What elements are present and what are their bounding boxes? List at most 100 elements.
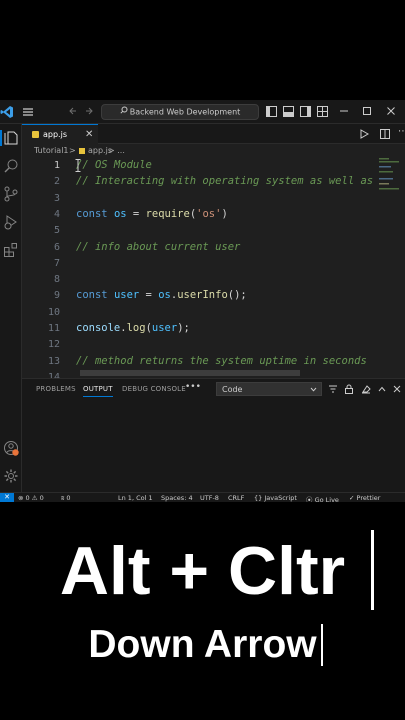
code-token: const	[76, 289, 114, 302]
code-token: user	[113, 289, 140, 302]
clear-output-icon[interactable]	[361, 384, 371, 394]
remote-indicator[interactable]: ✕	[0, 493, 14, 502]
lock-scroll-icon[interactable]	[344, 384, 354, 394]
output-channel-select[interactable]: Code	[216, 382, 322, 396]
toggle-secondary-sidebar-icon[interactable]	[300, 106, 311, 117]
line-number: 12	[47, 339, 60, 351]
line-number: 5	[53, 225, 60, 237]
line-number: 9	[53, 290, 60, 302]
maximize-icon[interactable]	[362, 106, 372, 116]
code-token: =	[139, 289, 159, 302]
tab-debug-console[interactable]: DEBUG CONSOLE	[122, 385, 186, 393]
line-number: 13	[47, 355, 60, 367]
split-editor-icon[interactable]	[380, 129, 390, 139]
back-arrow-icon[interactable]	[68, 106, 78, 116]
run-and-debug-icon[interactable]	[3, 214, 19, 230]
customize-layout-icon[interactable]	[317, 106, 328, 117]
code-token: );	[177, 322, 190, 334]
line-number: 10	[47, 306, 60, 318]
more-panel-tabs-icon[interactable]: •••	[185, 382, 201, 392]
line-number: 4	[53, 208, 60, 220]
run-file-icon[interactable]	[360, 129, 369, 139]
output-channel-value: Code	[222, 385, 243, 394]
code-line[interactable]: console.log(user);	[76, 322, 190, 334]
shortcut-subcaption: Down Arrow	[88, 623, 317, 666]
code-token: os	[158, 289, 171, 302]
line-number: 6	[53, 241, 60, 253]
code-token: // Interacting with operating system as …	[76, 175, 374, 188]
more-actions-icon[interactable]: ⋯	[398, 126, 405, 137]
caption-caret	[371, 530, 374, 610]
breadcrumb-separator: >	[69, 146, 76, 155]
code-token: require	[145, 207, 190, 220]
javascript-file-icon	[79, 148, 85, 154]
tab-output[interactable]: OUTPUT	[83, 385, 113, 397]
minimize-icon[interactable]	[339, 106, 349, 116]
tab-app-js[interactable]: app.js ✕	[22, 124, 98, 144]
cursor-position[interactable]: Ln 1, Col 1	[118, 494, 153, 502]
code-line[interactable]: // Interacting with operating system as …	[76, 175, 373, 187]
bottom-panel: PROBLEMS OUTPUT DEBUG CONSOLE ••• Code	[22, 378, 405, 492]
accounts-icon[interactable]	[3, 440, 19, 456]
close-tab-icon[interactable]: ✕	[85, 129, 93, 140]
close-panel-icon[interactable]	[392, 384, 402, 394]
minimap[interactable]	[377, 158, 401, 198]
forward-arrow-icon[interactable]	[84, 106, 94, 116]
breadcrumb-folder[interactable]: Tutorial1	[34, 146, 69, 155]
line-number: 1	[53, 160, 60, 171]
code-token: user	[151, 322, 178, 334]
tab-problems[interactable]: PROBLEMS	[36, 385, 76, 393]
shortcut-caption: Alt + Cltr	[59, 533, 346, 609]
code-line[interactable]: // method returns the system uptime in s…	[76, 355, 367, 367]
maximize-panel-icon[interactable]	[377, 384, 387, 394]
code-token: )	[221, 207, 228, 220]
subcaption-caret	[321, 624, 323, 666]
line-number: 7	[53, 257, 60, 269]
code-line[interactable]: const os = require('os')	[76, 208, 228, 220]
breadcrumb-symbols[interactable]: > ...	[108, 146, 125, 155]
chevron-down-icon	[310, 386, 317, 393]
list-filter-icon[interactable]	[328, 384, 338, 394]
command-center-search[interactable]: Backend Web Development	[101, 104, 259, 120]
code-line[interactable]: // info about current user	[76, 241, 240, 253]
code-token: // OS Module	[76, 159, 152, 171]
code-editor[interactable]: 1 // OS Module 2 // Interacting with operat…	[22, 158, 405, 378]
code-token: userInfo	[177, 289, 228, 302]
go-live-button[interactable]: ⦿ Go Live	[306, 494, 339, 502]
extensions-icon[interactable]	[3, 242, 19, 258]
code-token: 'os'	[196, 207, 222, 220]
vscode-window: Backend Web Development app.js ✕ ⋯ Tutor…	[0, 100, 405, 502]
code-token: const	[76, 207, 114, 220]
activity-bar	[0, 124, 22, 492]
javascript-file-icon	[32, 131, 39, 138]
problems-count[interactable]: ⊗ 0 ⚠ 0	[18, 494, 44, 502]
explorer-icon[interactable]	[0, 130, 19, 146]
toggle-panel-icon[interactable]	[283, 106, 294, 117]
code-token: console	[76, 322, 121, 334]
prettier-status[interactable]: ✓ Prettier	[349, 494, 380, 502]
breadcrumb: Tutorial1 > app.js > ...	[22, 144, 405, 158]
code-token: ();	[227, 289, 247, 302]
source-control-icon[interactable]	[3, 186, 19, 202]
code-line[interactable]: const user = os.userInfo();	[76, 289, 247, 301]
vscode-logo-icon	[0, 105, 14, 119]
ports-count[interactable]: ʬ 0	[61, 494, 71, 502]
code-line[interactable]: // OS Module	[76, 159, 152, 171]
line-number: 11	[47, 323, 60, 334]
toggle-primary-sidebar-icon[interactable]	[266, 106, 277, 117]
end-of-line[interactable]: CRLF	[228, 494, 244, 502]
code-token: =	[126, 207, 146, 220]
manage-gear-icon[interactable]	[3, 468, 19, 484]
tab-label: app.js	[43, 130, 67, 139]
line-number: 2	[53, 176, 60, 188]
horizontal-scrollbar[interactable]	[80, 370, 300, 376]
menu-icon[interactable]	[22, 106, 34, 118]
language-mode[interactable]: {} JavaScript	[254, 494, 297, 502]
file-encoding[interactable]: UTF-8	[200, 494, 219, 502]
search-icon	[120, 105, 128, 119]
text-cursor-icon	[75, 159, 81, 172]
close-window-icon[interactable]	[386, 106, 396, 116]
indentation[interactable]: Spaces: 4	[161, 494, 193, 502]
command-center-label: Backend Web Development	[129, 107, 241, 117]
search-icon[interactable]	[3, 158, 19, 174]
